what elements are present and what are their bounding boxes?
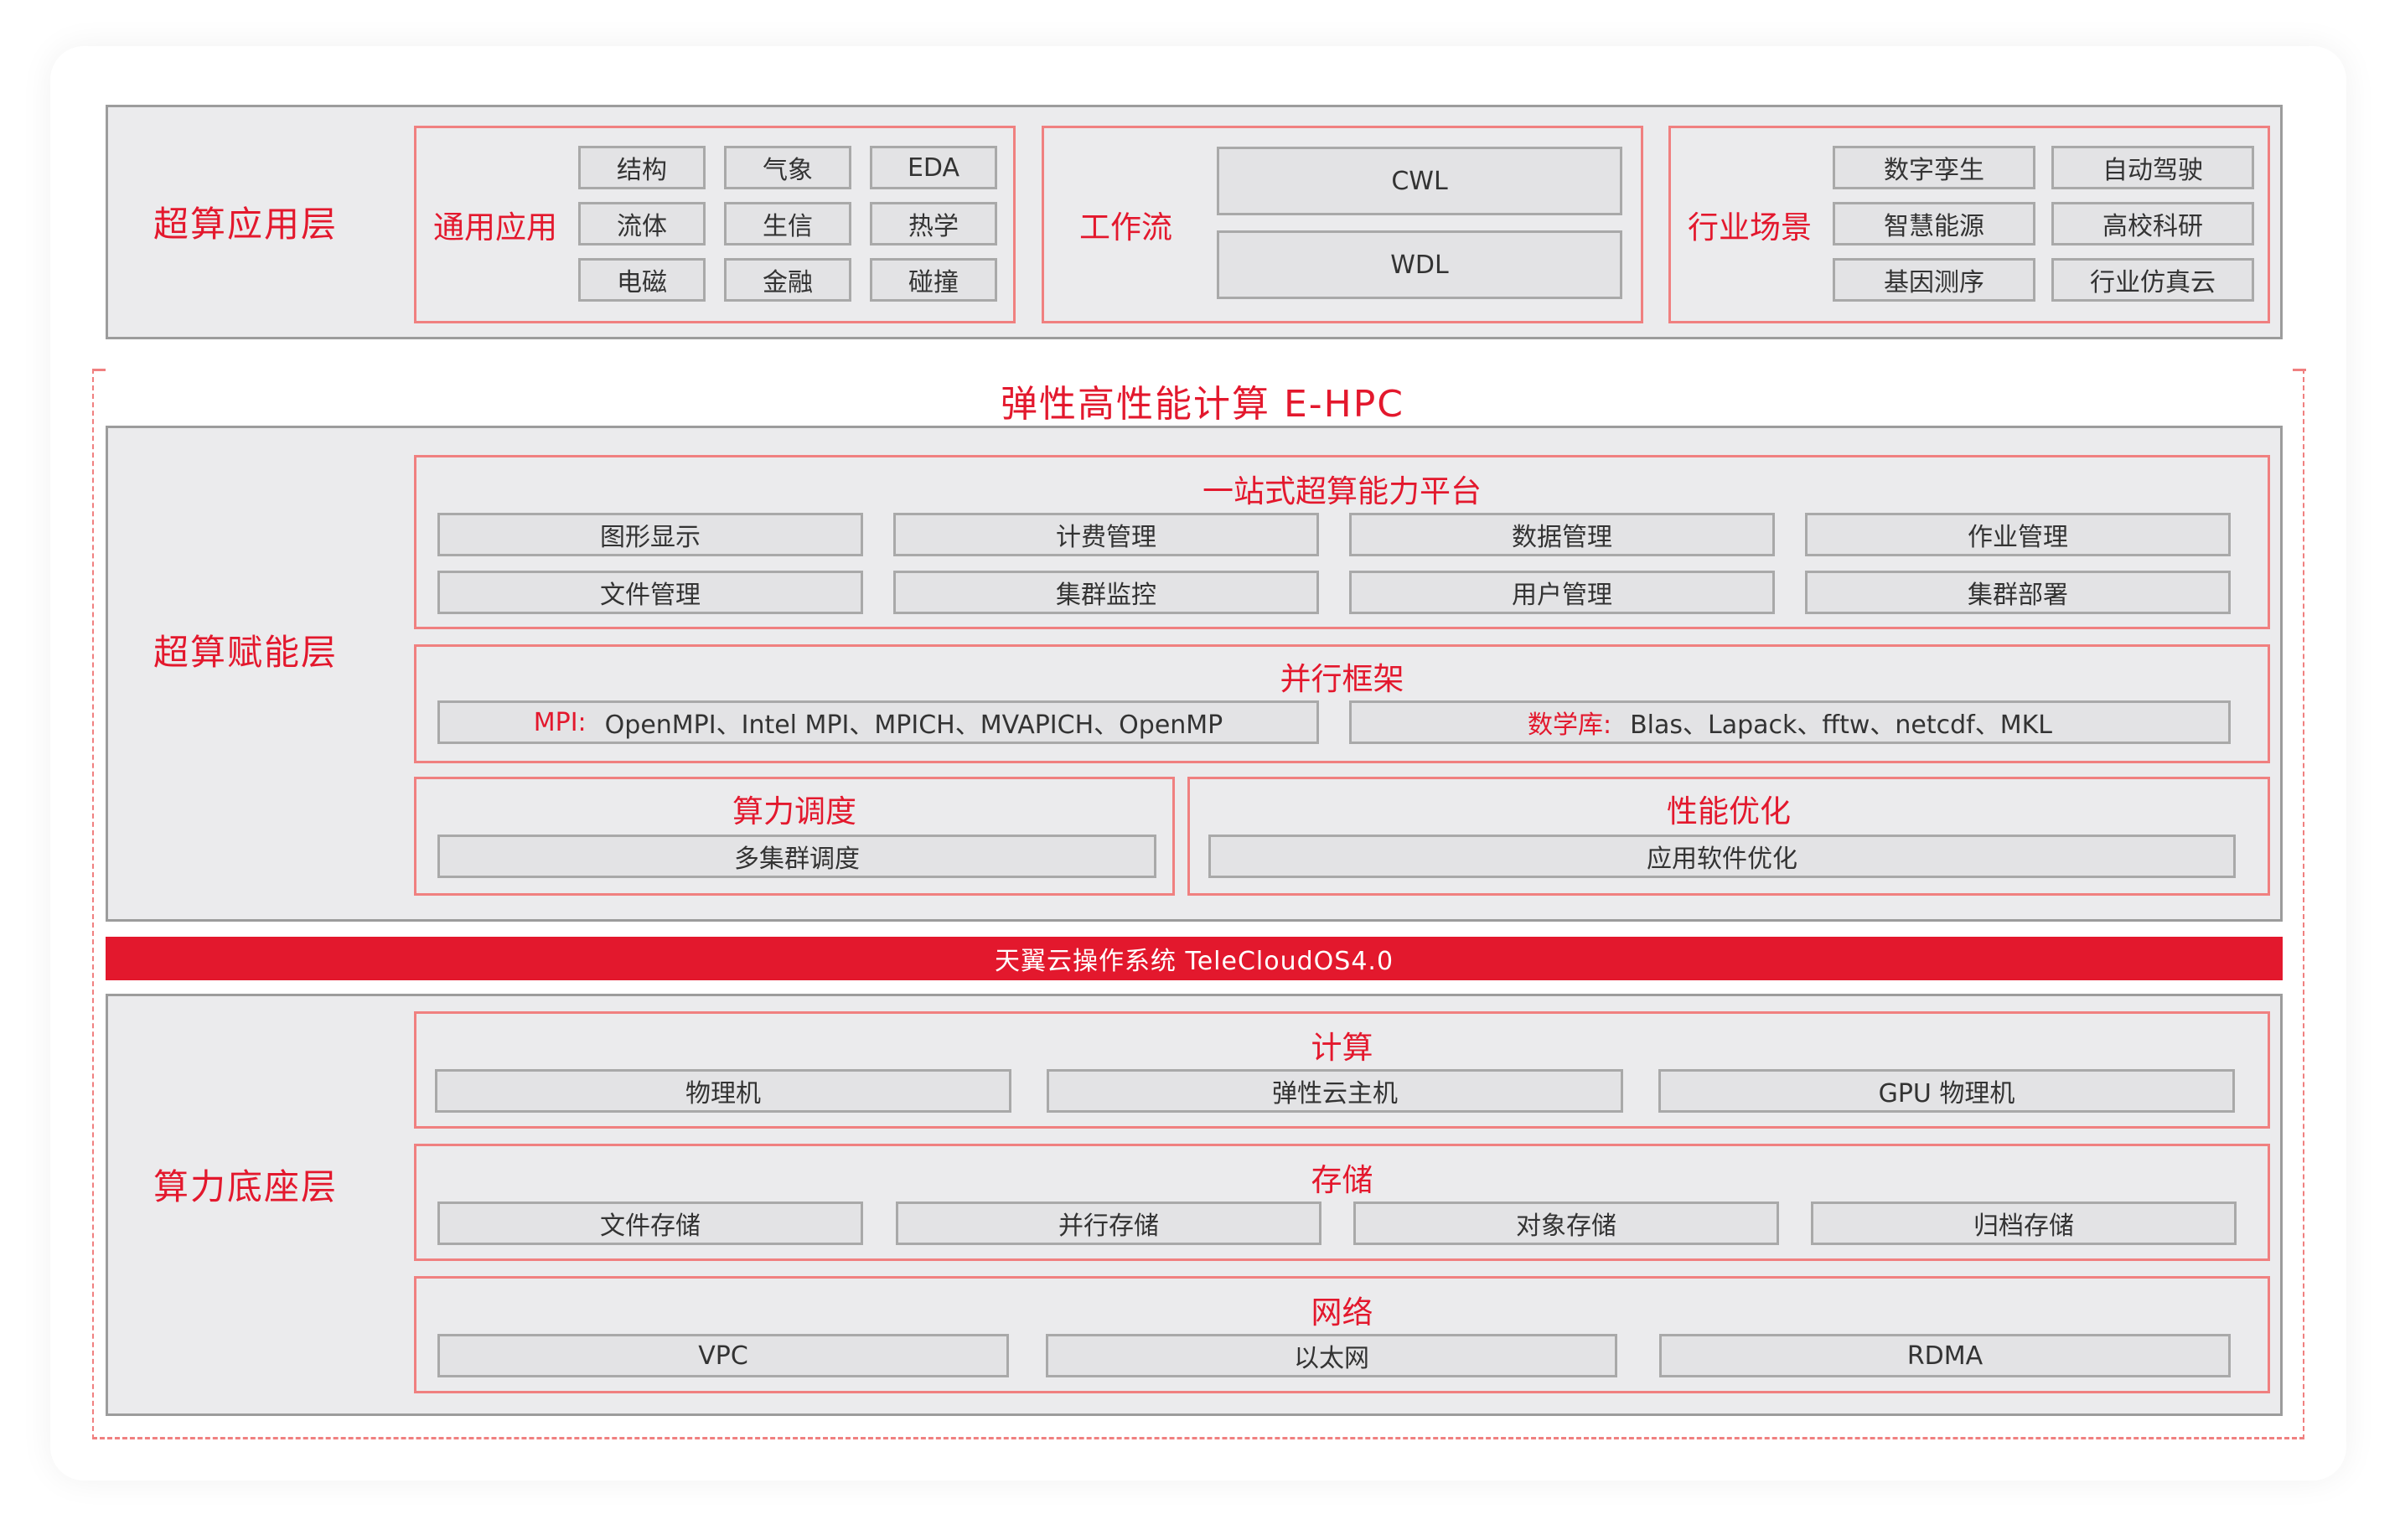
industry-item[interactable]: 智慧能源 [1833, 202, 2035, 245]
general-apps-label: 通用应用 [433, 209, 557, 245]
math-lib-row[interactable]: 数学库: Blas、Lapack、fftw、netcdf、MKL [1349, 700, 2231, 744]
workflow-group: 工作流 CWL WDL [1042, 126, 1643, 323]
industry-item[interactable]: 数字孪生 [1833, 146, 2035, 189]
optimization-group: 性能优化 应用软件优化 [1187, 777, 2270, 896]
base-layer-title: 算力底座层 [153, 1166, 339, 1207]
platform-group: 一站式超算能力平台 图形显示 计费管理 数据管理 作业管理 文件管理 集群监控 … [414, 455, 2270, 629]
compute-item[interactable]: 弹性云主机 [1047, 1069, 1623, 1113]
compute-item[interactable]: 物理机 [435, 1069, 1011, 1113]
platform-label: 一站式超算能力平台 [1202, 473, 1482, 509]
os-bar: 天翼云操作系统 TeleCloudOS4.0 [106, 937, 2283, 980]
scheduling-group: 算力调度 多集群调度 [414, 777, 1175, 896]
app-item[interactable]: 流体 [578, 202, 706, 245]
optimization-item[interactable]: 应用软件优化 [1208, 835, 2236, 878]
app-item[interactable]: 生信 [724, 202, 851, 245]
storage-item[interactable]: 对象存储 [1353, 1202, 1779, 1245]
optimization-label: 性能优化 [1667, 793, 1791, 829]
industry-label: 行业场景 [1688, 209, 1812, 245]
platform-item[interactable]: 文件管理 [437, 571, 863, 614]
app-item[interactable]: 碰撞 [870, 258, 997, 302]
app-item[interactable]: EDA [870, 146, 997, 189]
platform-item[interactable]: 计费管理 [893, 513, 1319, 556]
enable-layer: 超算赋能层 一站式超算能力平台 图形显示 计费管理 数据管理 作业管理 文件管理… [106, 426, 2283, 922]
storage-item[interactable]: 文件存储 [437, 1202, 863, 1245]
storage-label: 存储 [1311, 1162, 1373, 1198]
scheduling-item[interactable]: 多集群调度 [437, 835, 1156, 878]
enable-layer-title: 超算赋能层 [153, 632, 339, 673]
math-lib-items: Blas、Lapack、fftw、netcdf、MKL [1630, 711, 2052, 740]
app-layer-title: 超算应用层 [153, 204, 339, 245]
network-item[interactable]: RDMA [1659, 1334, 2231, 1377]
compute-item[interactable]: GPU 物理机 [1658, 1069, 2235, 1113]
mpi-label: MPI: [533, 707, 587, 737]
storage-item[interactable]: 并行存储 [896, 1202, 1321, 1245]
app-layer: 超算应用层 通用应用 结构 气象 EDA 流体 生信 热学 电磁 金融 碰撞 工… [106, 105, 2283, 339]
mpi-items: OpenMPI、Intel MPI、MPICH、MVAPICH、OpenMP [604, 711, 1223, 740]
platform-item[interactable]: 集群部署 [1805, 571, 2231, 614]
app-item[interactable]: 气象 [724, 146, 851, 189]
mpi-row[interactable]: MPI: OpenMPI、Intel MPI、MPICH、MVAPICH、Ope… [437, 700, 1319, 744]
ehpc-title: 弹性高性能计算 E-HPC [1000, 383, 1404, 426]
network-group: 网络 VPC 以太网 RDMA [414, 1276, 2270, 1393]
platform-item[interactable]: 数据管理 [1349, 513, 1775, 556]
industry-group: 行业场景 数字孪生 自动驾驶 智慧能源 高校科研 基因测序 行业仿真云 [1668, 126, 2270, 323]
platform-item[interactable]: 图形显示 [437, 513, 863, 556]
app-item[interactable]: 结构 [578, 146, 706, 189]
parallel-group: 并行框架 MPI: OpenMPI、Intel MPI、MPICH、MVAPIC… [414, 644, 2270, 763]
math-lib-label: 数学库: [1527, 711, 1612, 740]
industry-item[interactable]: 高校科研 [2051, 202, 2254, 245]
industry-item[interactable]: 基因测序 [1833, 258, 2035, 302]
platform-item[interactable]: 用户管理 [1349, 571, 1775, 614]
app-item[interactable]: 热学 [870, 202, 997, 245]
network-item[interactable]: 以太网 [1046, 1334, 1617, 1377]
parallel-label: 并行框架 [1280, 661, 1404, 697]
network-item[interactable]: VPC [437, 1334, 1009, 1377]
app-item[interactable]: 金融 [724, 258, 851, 302]
general-apps-group: 通用应用 结构 气象 EDA 流体 生信 热学 电磁 金融 碰撞 [414, 126, 1016, 323]
network-label: 网络 [1311, 1295, 1373, 1331]
scheduling-label: 算力调度 [732, 793, 856, 829]
base-layer: 算力底座层 计算 物理机 弹性云主机 GPU 物理机 存储 文件存储 并行存储 … [106, 994, 2283, 1416]
app-item[interactable]: 电磁 [578, 258, 706, 302]
compute-label: 计算 [1311, 1030, 1373, 1066]
storage-item[interactable]: 归档存储 [1811, 1202, 2237, 1245]
workflow-label: 工作流 [1079, 209, 1172, 245]
industry-item[interactable]: 行业仿真云 [2051, 258, 2254, 302]
platform-item[interactable]: 作业管理 [1805, 513, 2231, 556]
industry-item[interactable]: 自动驾驶 [2051, 146, 2254, 189]
ehpc-frame-corner-left [92, 369, 106, 371]
platform-item[interactable]: 集群监控 [893, 571, 1319, 614]
storage-group: 存储 文件存储 并行存储 对象存储 归档存储 [414, 1144, 2270, 1261]
ehpc-frame-corner-right [2293, 369, 2306, 371]
workflow-item-wdl[interactable]: WDL [1217, 230, 1622, 299]
compute-group: 计算 物理机 弹性云主机 GPU 物理机 [414, 1011, 2270, 1129]
workflow-item-cwl[interactable]: CWL [1217, 147, 1622, 215]
